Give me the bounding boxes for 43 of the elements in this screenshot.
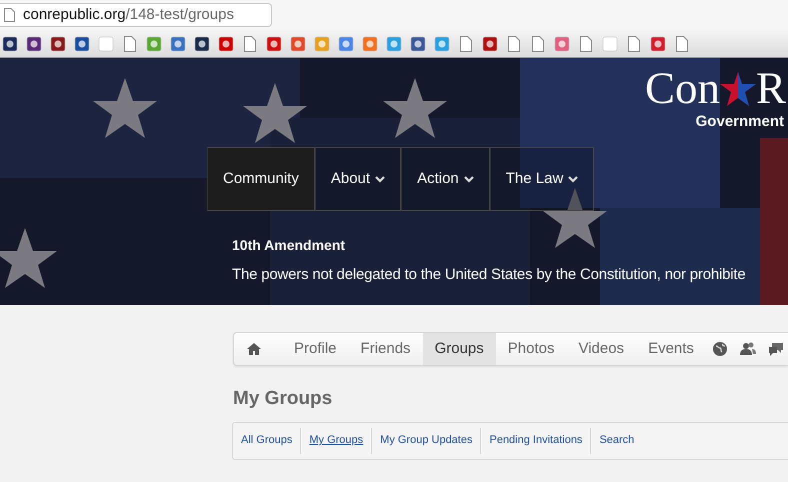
bookmark-icon[interactable] [410,36,426,52]
home-icon [246,341,262,357]
address-bar[interactable]: conrepublic.org/148-test/groups [0,3,272,27]
profile-tab[interactable]: Events [636,333,706,365]
bookmark-icon[interactable] [194,36,210,52]
quote-title: 10th Amendment [232,236,346,255]
page-icon[interactable] [242,36,258,52]
page-icon[interactable] [626,36,642,52]
group-link[interactable]: Search [591,432,642,449]
group-link[interactable]: All Groups [233,432,300,449]
page-icon [4,8,15,22]
star-icon [720,72,756,106]
page-icon[interactable] [578,36,594,52]
page-icon[interactable] [506,36,522,52]
page-heading: My Groups [233,387,334,411]
nav-menu-item[interactable]: Action [401,147,490,211]
page-icon[interactable] [458,36,474,52]
url-text: conrepublic.org/148-test/groups [23,4,234,25]
page-icon[interactable] [674,36,690,52]
group-link[interactable]: My Group Updates [372,432,480,449]
bookmark-icon[interactable] [50,36,66,52]
site-logo[interactable]: Con R [644,66,786,111]
page-icon[interactable] [530,36,546,52]
bookmark-icon[interactable] [26,36,42,52]
profile-tab[interactable]: Videos [566,333,636,365]
profile-tab[interactable]: Photos [496,333,566,365]
nav-menu-item[interactable]: About [314,147,402,211]
bookmark-icon[interactable] [74,36,90,52]
profile-tab[interactable]: Friends [348,333,423,365]
chat-icon [768,341,784,357]
group-link[interactable]: My Groups [301,432,372,449]
quote-text: The powers not delegated to the United States by the Constitution, nor prohibite [232,265,746,285]
bookmark-icon[interactable] [2,36,18,52]
page-icon[interactable] [122,36,138,52]
profile-tab[interactable]: Groups [422,333,496,365]
profile-tab[interactable]: Profile [282,333,349,365]
nav-menu-item[interactable]: Community [207,147,315,211]
globe-icon [712,341,728,357]
bookmark-icon[interactable] [482,36,498,52]
people-icon [740,341,756,357]
tagline: Government [696,112,784,132]
group-link[interactable]: Pending Invitations [481,432,590,449]
nav-menu-item[interactable]: The Law [490,147,594,211]
